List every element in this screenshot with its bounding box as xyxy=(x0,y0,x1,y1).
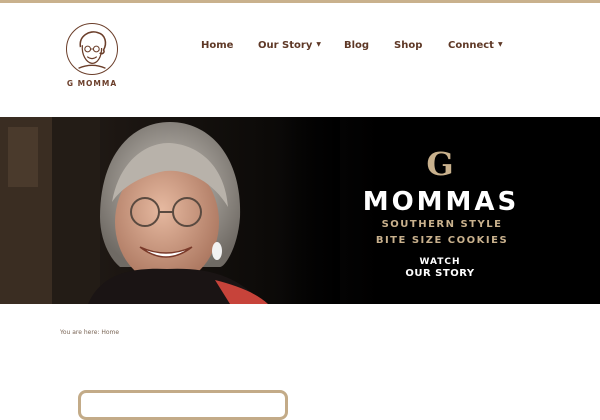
breadcrumb: You are here: Home xyxy=(60,329,119,336)
nav-blog[interactable]: Blog xyxy=(344,40,369,51)
logo-text: G MOMMA xyxy=(66,79,118,88)
top-accent-bar xyxy=(0,0,600,3)
tagline-line-1: SOUTHERN STYLE xyxy=(381,219,503,230)
main-nav: Home Our Story ▼ Blog Shop Connect ▼ xyxy=(0,40,600,54)
chevron-down-icon: ▼ xyxy=(316,41,321,48)
watch-story-link-line-2[interactable]: OUR STORY xyxy=(390,268,490,279)
content-card xyxy=(78,390,288,420)
site-logo[interactable]: G MOMMA xyxy=(64,23,120,88)
nav-shop[interactable]: Shop xyxy=(394,40,422,51)
nav-connect[interactable]: Connect ▼ xyxy=(448,40,503,51)
brand-letter: G xyxy=(426,145,454,183)
brand-name: MOMMAS xyxy=(362,187,520,217)
nav-shop-label: Shop xyxy=(394,40,423,51)
nav-connect-label: Connect xyxy=(448,40,494,51)
nav-our-story-label: Our Story xyxy=(258,40,313,51)
breadcrumb-home-link[interactable]: Home xyxy=(101,329,119,336)
nav-our-story[interactable]: Our Story ▼ xyxy=(258,40,321,51)
watch-story-link-line-1[interactable]: WATCH xyxy=(390,257,490,267)
breadcrumb-prefix: You are here: xyxy=(60,329,100,336)
chevron-down-icon: ▼ xyxy=(497,41,503,48)
nav-home[interactable]: Home xyxy=(201,40,233,51)
nav-home-label: Home xyxy=(201,40,234,51)
tagline-line-2: BITE SIZE COOKIES xyxy=(375,235,509,246)
grandma-photo xyxy=(0,117,340,304)
nav-blog-label: Blog xyxy=(344,40,370,51)
